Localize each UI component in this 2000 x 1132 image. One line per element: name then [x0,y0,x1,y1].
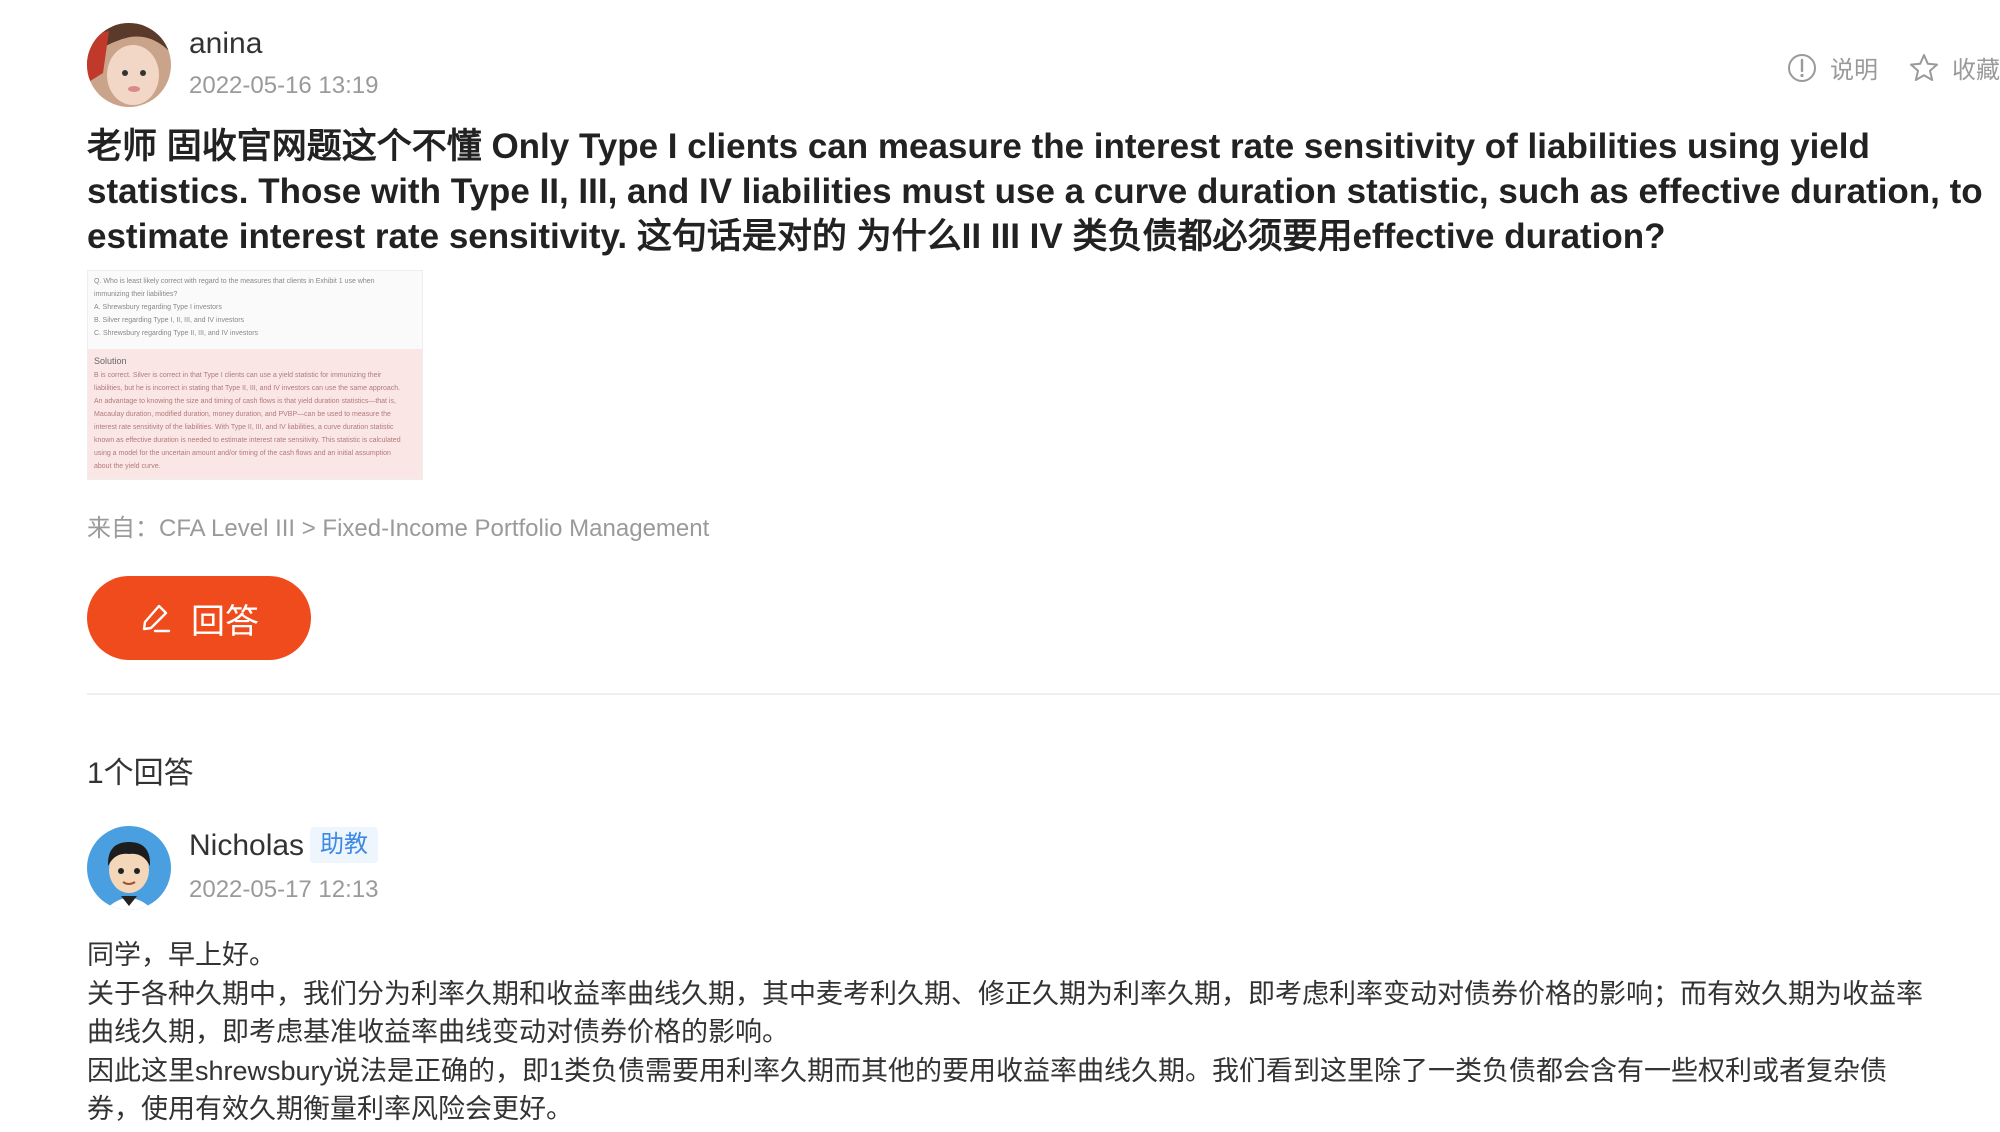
thumbnail-solution-heading: Solution [94,356,127,366]
thumbnail-solution-line: interest rate sensitivity of the liabili… [94,424,394,431]
thumbnail-solution-line: using a model for the uncertain amount a… [94,450,391,457]
source-path-link[interactable]: CFA Level III > Fixed-Income Portfolio M… [159,515,709,542]
answer-author-avatar[interactable] [87,826,171,910]
thumbnail-solution-line: An advantage to knowing the size and tim… [94,398,396,405]
info-circle-icon [1788,53,1816,82]
answer-paragraph: 同学，早上好。 [87,940,276,970]
source-prefix: 来自： [87,515,159,542]
question-author-name[interactable]: anina [189,27,262,61]
thumbnail-solution: Solution B is correct. Silver is correct… [88,349,422,479]
question-source: 来自：CFA Level III > Fixed-Income Portfoli… [87,508,709,543]
thumbnail-question-line: Q. Who is least likely correct with rega… [94,278,375,285]
thumbnail-question-line: immunizing their liabilities? [94,291,178,298]
section-divider [87,693,2000,695]
answers-count: 1个回答 [87,757,194,790]
favorite-button[interactable]: 收藏 [1908,50,2000,85]
thumbnail-question: Q. Who is least likely correct with rega… [88,271,422,344]
thumbnail-solution-line: liabilities, but he is incorrect in stat… [94,385,401,392]
question-actions: 说明 收藏 [1786,50,2000,85]
explain-label: 说明 [1830,57,1878,84]
favorite-label: 收藏 [1952,57,2000,84]
answer-button-label: 回答 [191,602,259,641]
child-avatar-icon [87,23,171,107]
cartoon-avatar-icon [87,826,171,910]
teaching-assistant-badge: 助教 [310,827,378,863]
thumbnail-solution-line: B is correct. Silver is correct in that … [94,372,382,379]
answer-button[interactable]: 回答 [87,576,311,660]
thumbnail-solution-line: Macaulay duration, modified duration, mo… [94,411,391,418]
thumbnail-solution-line: about the yield curve. [94,463,161,470]
question-timestamp: 2022-05-16 13:19 [189,72,379,99]
answer-body: 同学，早上好。关于各种久期中，我们分为利率久期和收益率曲线久期，其中麦考利久期、… [87,936,1927,1129]
thumbnail-question-line: B. Silver regarding Type I, II, III, and… [94,317,245,324]
star-icon [1910,53,1938,81]
thumbnail-question-line: A. Shrewsbury regarding Type I investors [94,304,222,311]
answer-timestamp: 2022-05-17 12:13 [189,876,379,903]
answer-paragraph: 因此这里shrewsbury说法是正确的，即1类负债需要用利率久期而其他的要用收… [87,1055,1888,1125]
answer-paragraph: 关于各种久期中，我们分为利率久期和收益率曲线久期，其中麦考利久期、修正久期为利率… [87,978,1923,1048]
question-text: 老师 固收官网题这个不懂 Only Type I clients can mea… [87,127,1983,256]
answer-author-name[interactable]: Nicholas [189,829,304,863]
thumbnail-solution-line: known as effective duration is needed to… [94,437,401,444]
thumbnail-question-line: C. Shrewsbury regarding Type II, III, an… [94,330,259,337]
pencil-icon [142,604,171,633]
explain-button[interactable]: 说明 [1786,50,1878,85]
question-image-thumbnail[interactable]: Q. Who is least likely correct with rega… [87,270,423,480]
question-author-avatar[interactable] [87,23,171,107]
